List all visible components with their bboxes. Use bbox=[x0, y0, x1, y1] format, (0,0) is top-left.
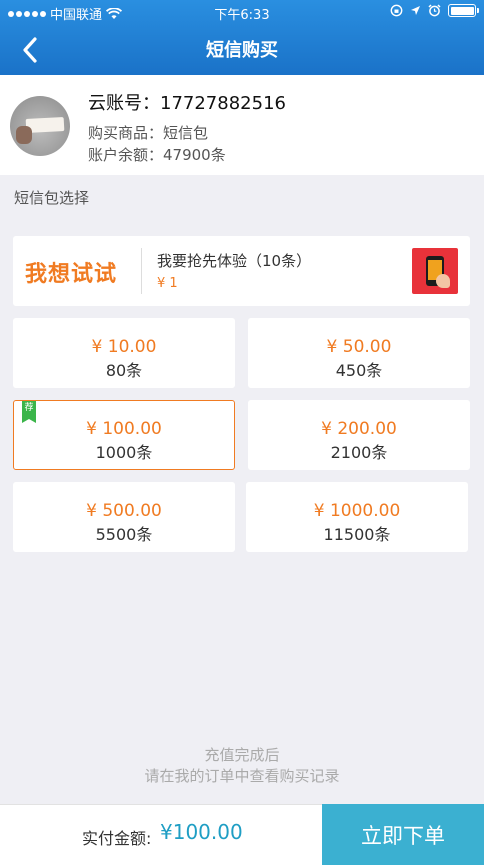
package-price: ¥ 500.00 bbox=[86, 501, 162, 521]
tip-line-1: 充值完成后 bbox=[204, 746, 280, 764]
trial-package-card[interactable]: 我想试试 我要抢先体验（10条） ¥ 1 bbox=[13, 236, 470, 306]
status-bar: 中国联通 下午6:33 bbox=[0, 0, 484, 24]
pay-amount-value: ¥100.00 bbox=[160, 820, 243, 844]
trial-price: ¥ 1 bbox=[157, 276, 178, 291]
account-balance: 账户余额：47900条 bbox=[88, 146, 226, 164]
package-option[interactable]: ¥ 500.00 5500条 bbox=[13, 482, 235, 552]
header: 中国联通 下午6:33 短信购买 bbox=[0, 0, 484, 75]
tip-line-2: 请在我的订单中查看购买记录 bbox=[144, 767, 340, 785]
package-count: 1000条 bbox=[95, 443, 153, 462]
package-option[interactable]: ¥ 200.00 2100条 bbox=[248, 400, 470, 470]
package-option[interactable]: ¥ 1000.00 11500条 bbox=[246, 482, 468, 552]
battery-icon bbox=[448, 4, 479, 17]
package-count: 11500条 bbox=[323, 525, 391, 544]
status-right bbox=[390, 4, 479, 17]
package-price: ¥ 1000.00 bbox=[313, 501, 401, 521]
trial-title: 我要抢先体验（10条） bbox=[157, 252, 312, 270]
recommend-badge: 荐 bbox=[22, 401, 36, 423]
package-count: 450条 bbox=[335, 361, 383, 380]
location-arrow-icon bbox=[411, 6, 420, 15]
nav-bar: 短信购买 bbox=[0, 24, 484, 75]
package-option[interactable]: ¥ 50.00 450条 bbox=[248, 318, 470, 388]
account-card: 云账号：17727882516 购买商品：短信包 账户余额：47900条 bbox=[0, 75, 484, 175]
carrier-label: 中国联通 bbox=[50, 8, 103, 23]
rotation-lock-icon bbox=[390, 4, 403, 17]
package-price: ¥ 10.00 bbox=[91, 337, 157, 357]
alarm-clock-icon bbox=[428, 4, 441, 17]
pay-amount-label: 实付金额: bbox=[82, 829, 152, 848]
package-count: 5500条 bbox=[95, 525, 153, 544]
phone-touch-icon bbox=[412, 248, 458, 294]
trial-logo: 我想试试 bbox=[25, 262, 118, 287]
package-price: ¥ 100.00 bbox=[86, 419, 162, 439]
status-left: 中国联通 bbox=[8, 4, 123, 23]
package-count: 80条 bbox=[105, 361, 143, 380]
bottom-bar: 实付金额: ¥100.00 立即下单 bbox=[0, 804, 484, 865]
signal-strength-icon bbox=[8, 10, 46, 17]
avatar bbox=[10, 96, 70, 156]
package-count: 2100条 bbox=[330, 443, 388, 462]
divider bbox=[141, 248, 142, 294]
cloud-account-number: 云账号：17727882516 bbox=[88, 93, 286, 114]
package-price: ¥ 50.00 bbox=[326, 337, 392, 357]
wifi-icon bbox=[106, 7, 123, 19]
package-option[interactable]: ¥ 10.00 80条 bbox=[13, 318, 235, 388]
purchase-product: 购买商品：短信包 bbox=[88, 124, 209, 142]
package-option-selected[interactable]: 荐 ¥ 100.00 1000条 bbox=[13, 400, 235, 470]
section-title: 短信包选择 bbox=[14, 189, 90, 207]
page-title: 短信购买 bbox=[206, 40, 278, 61]
package-price: ¥ 200.00 bbox=[321, 419, 397, 439]
place-order-button[interactable]: 立即下单 bbox=[322, 804, 484, 865]
